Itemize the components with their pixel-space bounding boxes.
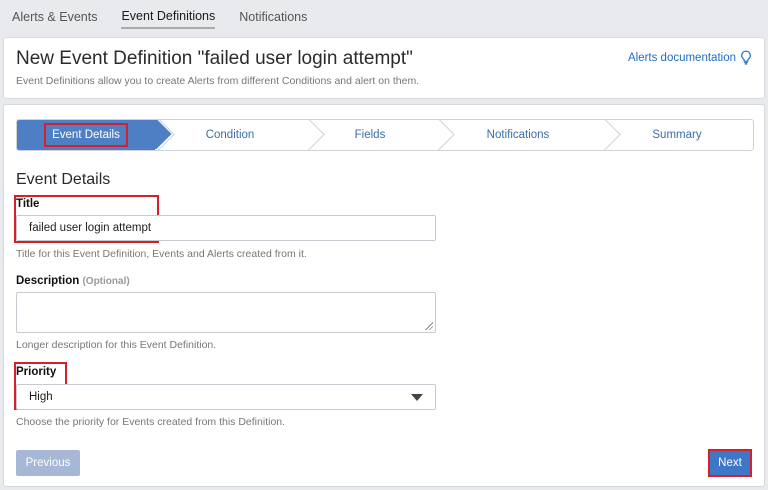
next-button[interactable]: Next xyxy=(708,449,752,477)
step-label: Event Details xyxy=(44,123,128,147)
nav-notifications[interactable]: Notifications xyxy=(239,6,307,28)
priority-select[interactable]: High xyxy=(16,384,436,410)
description-textarea[interactable] xyxy=(16,292,436,333)
page-subtitle: Event Definitions allow you to create Al… xyxy=(16,75,420,87)
description-help: Longer description for this Event Defini… xyxy=(16,339,217,351)
title-input-value: failed user login attempt xyxy=(29,222,152,234)
wizard-card: Event Details Condition Fields Notificat… xyxy=(3,104,765,487)
step-label: Notifications xyxy=(486,129,550,141)
chevron-down-icon xyxy=(411,393,423,401)
top-navigation: Alerts & Events Event Definitions Notifi… xyxy=(0,0,768,34)
nav-alerts-events[interactable]: Alerts & Events xyxy=(12,6,97,28)
step-condition[interactable]: Condition xyxy=(155,120,305,150)
priority-help: Choose the priority for Events created f… xyxy=(16,416,286,428)
wizard-steps: Event Details Condition Fields Notificat… xyxy=(16,119,754,151)
previous-button[interactable]: Previous xyxy=(16,450,80,476)
optional-tag: (Optional) xyxy=(82,276,130,287)
step-notifications[interactable]: Notifications xyxy=(435,120,601,150)
step-label: Fields xyxy=(354,129,386,141)
priority-value: High xyxy=(29,391,53,403)
description-label: Description (Optional) xyxy=(16,275,130,287)
section-title: Event Details xyxy=(16,171,111,188)
step-summary[interactable]: Summary xyxy=(601,120,753,150)
lightbulb-icon xyxy=(740,50,752,65)
title-help: Title for this Event Definition, Events … xyxy=(16,248,307,260)
title-label: Title xyxy=(16,198,40,210)
step-label: Condition xyxy=(205,129,255,141)
step-event-details[interactable]: Event Details xyxy=(17,120,155,150)
step-label: Summary xyxy=(652,129,702,141)
alerts-documentation-link[interactable]: Alerts documentation xyxy=(628,50,752,65)
priority-label: Priority xyxy=(16,366,57,378)
description-label-text: Description xyxy=(16,275,80,287)
header-card: New Event Definition "failed user login … xyxy=(3,37,765,99)
step-fields[interactable]: Fields xyxy=(305,120,435,150)
resize-handle-icon[interactable] xyxy=(425,322,433,330)
nav-event-definitions[interactable]: Event Definitions xyxy=(121,5,216,29)
doc-link-label: Alerts documentation xyxy=(627,51,736,64)
page-title: New Event Definition "failed user login … xyxy=(16,48,413,69)
title-input[interactable]: failed user login attempt xyxy=(16,215,436,241)
